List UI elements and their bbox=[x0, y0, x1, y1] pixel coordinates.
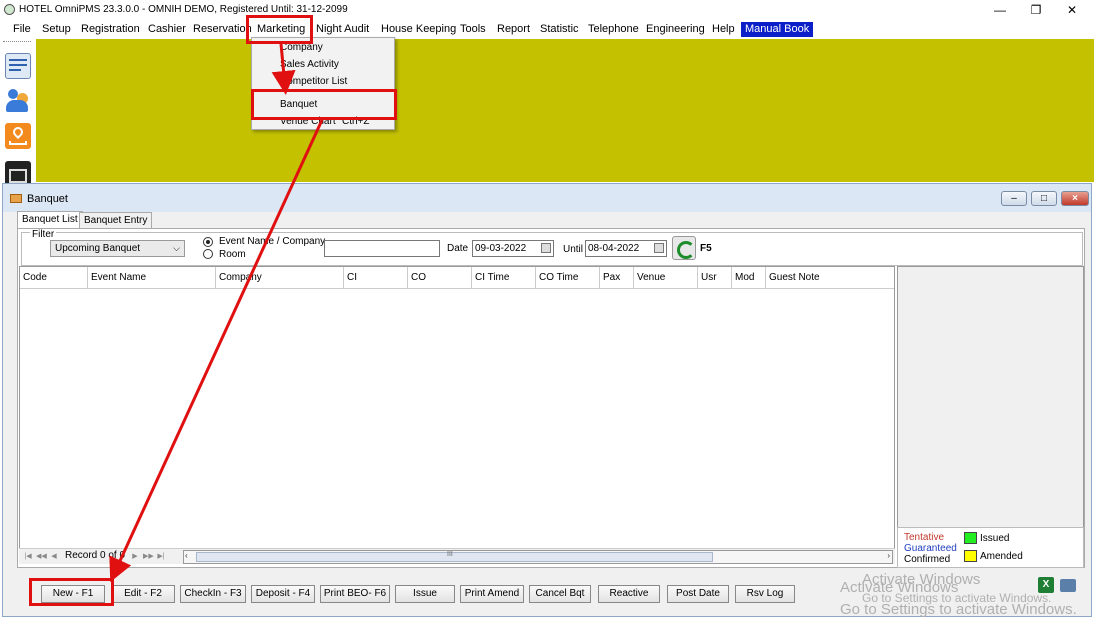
arrow-to-new-button bbox=[109, 119, 324, 583]
annotation-arrows bbox=[109, 43, 324, 583]
arrow-to-banquet bbox=[271, 43, 296, 95]
